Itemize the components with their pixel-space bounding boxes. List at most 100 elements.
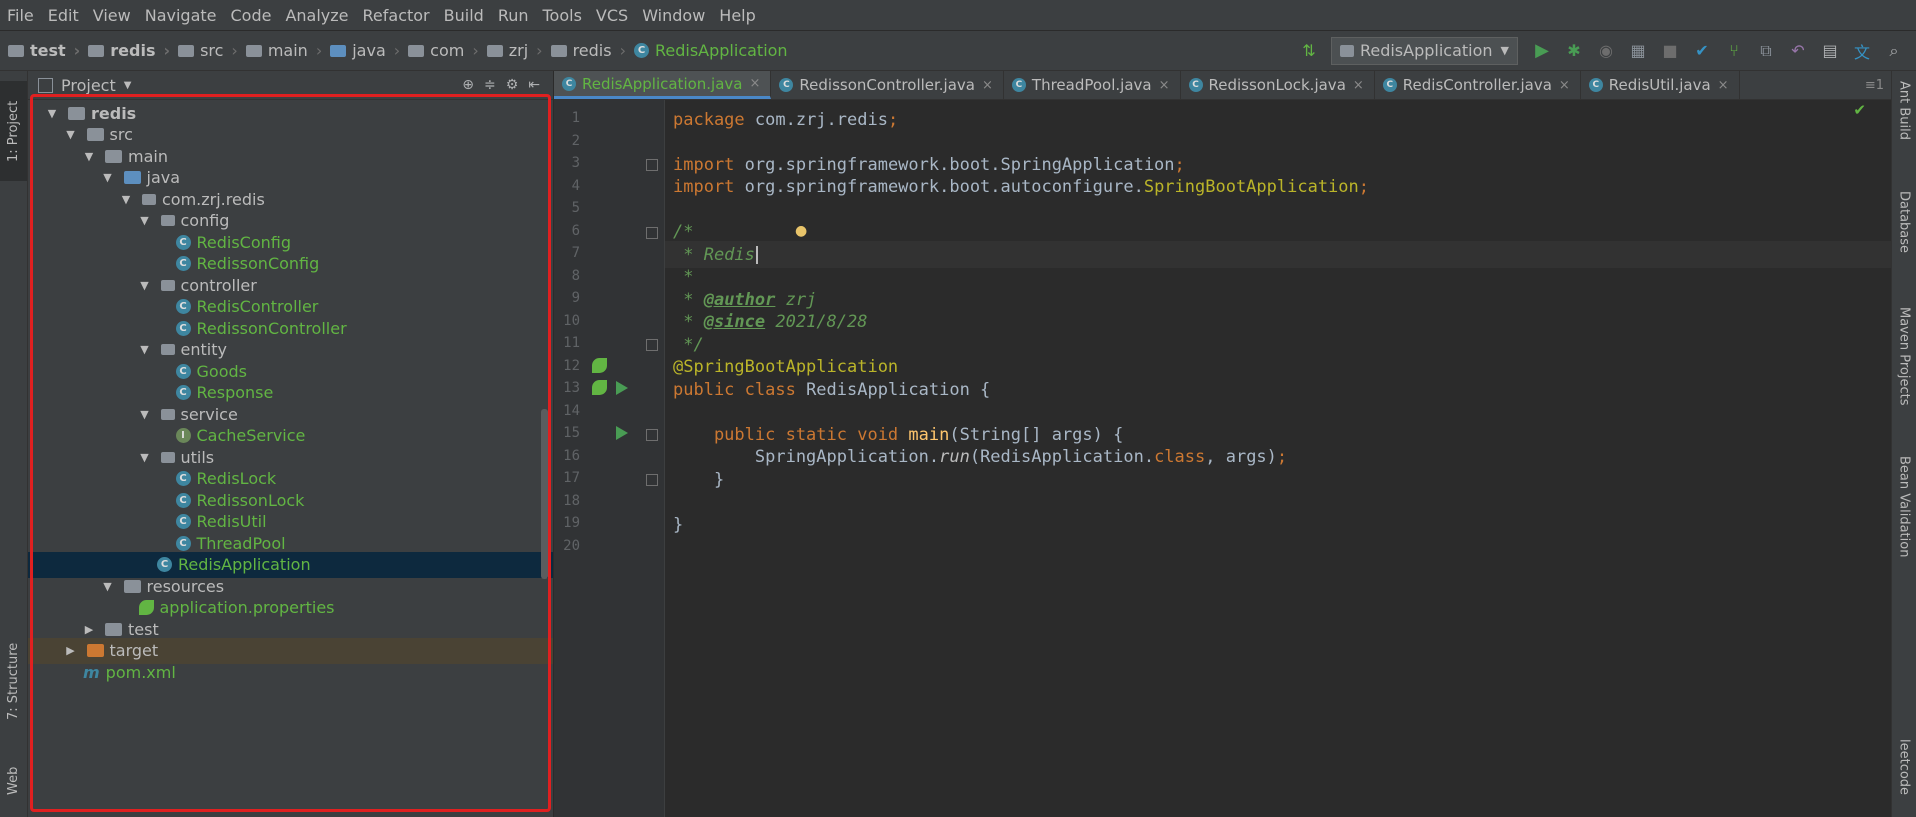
close-icon[interactable]: × [1353, 78, 1364, 93]
line-number: 11 [563, 335, 580, 351]
vcs-compare-icon[interactable]: ⧉ [1755, 40, 1777, 62]
code-area[interactable]: ● package com.zrj.redis; import org.spring… [665, 100, 1892, 817]
collapse-all-icon[interactable]: ≑ [484, 77, 496, 93]
stop-icon[interactable]: ■ [1659, 40, 1681, 62]
tab-project[interactable]: 1: Project [0, 81, 27, 181]
chevron-down-icon[interactable]: ▼ [124, 80, 132, 91]
menu-window[interactable]: Window [635, 6, 712, 25]
close-icon[interactable]: × [1159, 78, 1170, 93]
class-icon: C [1588, 78, 1603, 92]
run-gutter-icon[interactable] [616, 381, 628, 395]
code-token: (RedisApplication. [969, 447, 1155, 467]
coverage-icon[interactable]: ▦ [1627, 40, 1649, 62]
tab-database[interactable]: Database [1892, 191, 1916, 271]
sort-icon[interactable]: ⇅ [1298, 40, 1320, 62]
breadcrumb-item[interactable]: redis › [550, 41, 626, 60]
fold-marker-icon[interactable] [646, 226, 658, 239]
chevron-down-icon: ▼ [1500, 44, 1509, 57]
menu-analyze[interactable]: Analyze [278, 6, 355, 25]
editor-tab[interactable]: C RedissonLock.java × [1181, 71, 1375, 99]
separator-icon: › [315, 41, 323, 60]
breadcrumb-item[interactable]: zrj › [486, 41, 543, 60]
code-token: org.springframework.boot.autoconfigure. [744, 177, 1144, 197]
breadcrumb-item[interactable]: src › [178, 41, 238, 60]
tab-structure[interactable]: 7: Structure [0, 631, 27, 731]
editor-tab[interactable]: C ThreadPool.java × [1004, 71, 1181, 99]
separator-icon: › [472, 41, 479, 60]
editor-tab[interactable]: C RedissonController.java × [771, 71, 1004, 99]
fold-marker-icon[interactable] [646, 429, 658, 441]
breadcrumb-item[interactable]: test › [8, 41, 80, 60]
project-structure-icon[interactable]: ▤ [1819, 40, 1841, 62]
breadcrumb-item[interactable]: redis › [88, 41, 170, 60]
breadcrumb-item[interactable]: com › [408, 41, 479, 60]
menu-tools[interactable]: Tools [536, 6, 589, 25]
locate-icon[interactable]: ⊕ [462, 77, 474, 93]
close-icon[interactable]: × [1718, 78, 1729, 93]
breadcrumb-item[interactable]: java › [330, 41, 400, 60]
fold-marker-icon[interactable] [646, 339, 658, 351]
hide-panel-icon[interactable]: ⇤ [528, 77, 540, 93]
menu-edit[interactable]: Edit [41, 6, 86, 25]
menu-refactor[interactable]: Refactor [356, 6, 437, 25]
editor: C RedisApplication.java × C RedissonControll… [554, 71, 1892, 817]
run-configuration-select[interactable]: RedisApplication ▼ [1330, 36, 1518, 65]
tab-bean-validation[interactable]: Bean Validation [1892, 456, 1916, 586]
tabs-menu-icon[interactable]: ≡1 [1865, 78, 1892, 93]
gear-icon[interactable]: ⚙ [506, 77, 519, 93]
tab-database-label: Database [1896, 191, 1912, 254]
toolbar: ⇅ RedisApplication ▼ ▶ ✱ ◉ ▦ ■ ✔ ⑂ ⧉ ↶ ▤… [1293, 31, 1910, 70]
tab-structure-label: 7: Structure [6, 642, 21, 720]
line-number: 8 [571, 267, 580, 284]
menu-run[interactable]: Run [491, 6, 536, 25]
folder-icon [550, 44, 567, 57]
code-token: * [683, 222, 694, 242]
translate-icon[interactable]: 文 [1851, 40, 1873, 62]
menu-navigate[interactable]: Navigate [138, 6, 224, 25]
run-gutter-icon[interactable] [616, 426, 628, 440]
profile-icon[interactable]: ◉ [1595, 40, 1617, 62]
analysis-ok-icon: ✔ [1853, 101, 1866, 119]
editor-tab-label: ThreadPool.java [1031, 76, 1152, 94]
menu-help[interactable]: Help [712, 6, 762, 25]
menu-build[interactable]: Build [437, 6, 491, 25]
breadcrumb-item[interactable]: C RedisApplication [633, 41, 788, 60]
fold-marker-icon[interactable] [646, 159, 658, 171]
breadcrumb-label: test [30, 41, 66, 60]
code-token: / [673, 222, 684, 242]
run-icon[interactable]: ▶ [1531, 40, 1553, 62]
editor-tab[interactable]: C RedisUtil.java × [1581, 71, 1740, 99]
breadcrumb-item[interactable]: main › [245, 41, 323, 60]
spring-bean-icon[interactable] [592, 357, 607, 373]
tab-leetcode[interactable]: leetcode [1892, 739, 1916, 814]
editor-tab[interactable]: C RedisApplication.java × [554, 71, 772, 99]
line-number: 12 [563, 357, 580, 374]
fold-marker-icon[interactable] [646, 474, 658, 486]
tab-ant-build[interactable]: Ant Build [1892, 81, 1916, 161]
tab-maven-projects[interactable]: Maven Projects [1892, 307, 1916, 427]
spring-bean-icon[interactable] [592, 380, 607, 395]
vcs-commit-icon[interactable]: ⑂ [1723, 40, 1745, 62]
close-icon[interactable]: × [750, 76, 761, 91]
line-number: 16 [563, 447, 580, 464]
tab-project-label: 1: Project [6, 100, 21, 162]
tab-web[interactable]: Web [0, 751, 27, 811]
project-view-title[interactable]: Project [61, 76, 116, 95]
class-icon: C [1188, 78, 1203, 92]
menu-code[interactable]: Code [224, 6, 279, 25]
editor-tab[interactable]: C RedisController.java × [1375, 71, 1581, 99]
code-token: com.zrj.redis [754, 109, 888, 130]
menu-vcs[interactable]: VCS [589, 6, 635, 25]
revert-icon[interactable]: ↶ [1787, 40, 1809, 62]
editor-tabs: C RedisApplication.java × C RedissonControll… [554, 71, 1892, 100]
separator-icon: › [619, 41, 626, 60]
close-icon[interactable]: × [982, 78, 993, 93]
vcs-update-icon[interactable]: ✔ [1691, 40, 1713, 62]
debug-icon[interactable]: ✱ [1563, 40, 1585, 62]
folder-icon [408, 44, 425, 57]
menu-view[interactable]: View [86, 6, 138, 25]
menu-file[interactable]: File [0, 6, 41, 25]
close-icon[interactable]: × [1559, 78, 1570, 93]
search-icon[interactable]: ⌕ [1883, 40, 1905, 62]
code-token: SpringApplication. [673, 447, 940, 467]
